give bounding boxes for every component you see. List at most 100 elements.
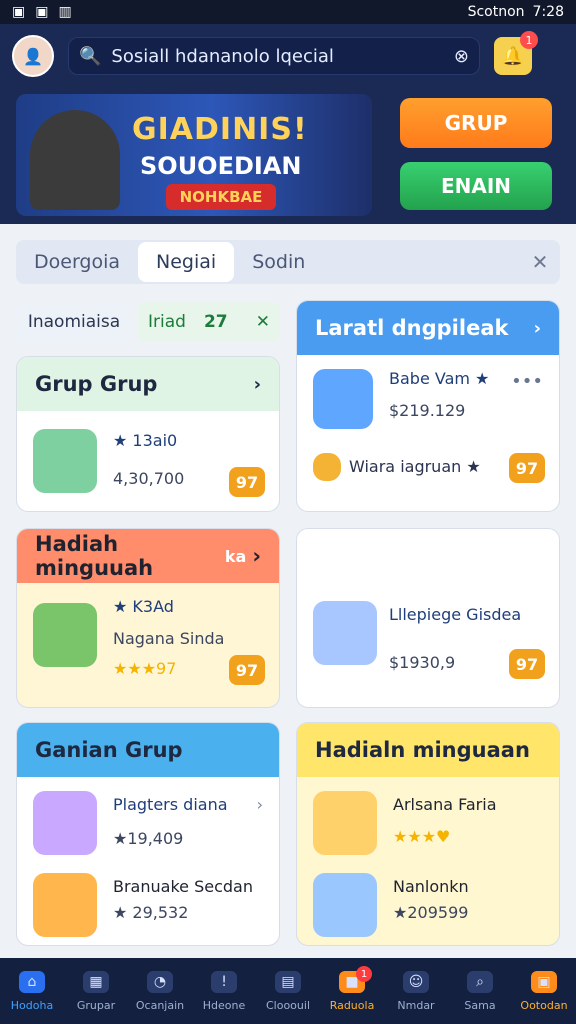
promo-card[interactable]: GIADINIS! SOUOEDIAN NOHKBAE: [16, 94, 372, 216]
filter-chip-count: 27: [203, 312, 228, 332]
shop-icon: ▦: [83, 970, 109, 993]
nav-label: Grupar: [76, 998, 116, 1012]
row-rating: ★★★97: [113, 659, 177, 678]
nav-label: Sama: [464, 998, 496, 1012]
status-right: Scotnon 7:28: [468, 4, 564, 20]
card-thumb: [313, 791, 377, 855]
tab-1[interactable]: Doergoia: [16, 242, 138, 282]
card-right-1-row-2[interactable]: Wiara iagruan ★ 97: [297, 439, 559, 511]
card-left-3-row-2[interactable]: Branuake Secdan ★ 29,532: [17, 867, 279, 945]
nav-badge: 1: [356, 966, 372, 982]
chat-icon: ◔: [147, 970, 173, 993]
card-right-1-title: Laratl dngpileak: [315, 316, 509, 340]
nav-label: Ocanjain: [135, 998, 185, 1012]
tab-bar: Doergoia Negiai Sodin ✕: [16, 240, 560, 284]
status-icon-1: ▣: [12, 4, 26, 20]
chevron-right-icon[interactable]: ›: [534, 318, 541, 339]
more-icon[interactable]: •••: [511, 371, 543, 392]
row-title: ★ 13ai0: [113, 431, 178, 450]
card-thumb: [33, 873, 97, 937]
filter-row: Inaomiaisa Iriad 27 ✕: [16, 300, 280, 344]
card-left-1-title: Grup Grup: [35, 372, 158, 396]
row-title: Plagters diana: [113, 795, 228, 814]
card-left-1-header: Grup Grup ›: [17, 357, 279, 411]
tab-2[interactable]: Negiai: [138, 242, 235, 282]
chevron-right-icon[interactable]: ›: [252, 544, 261, 568]
row-title: Branuake Secdan: [113, 877, 253, 896]
card-thumb: [313, 601, 377, 665]
card-right-3[interactable]: Hadialn minguaan Arlsana Faria ★★★♥ Nanl…: [296, 722, 560, 946]
chip-close-icon[interactable]: ✕: [256, 312, 270, 332]
status-time: 7:28: [532, 4, 564, 20]
card-right-1-header: Laratl dngpileak ›: [297, 301, 559, 355]
nav-item-8[interactable]: ⌕ Sama: [448, 958, 512, 1024]
row-subtitle: 4,30,700: [113, 469, 185, 488]
card-right-3-row-2[interactable]: Nanlonkn ★209599: [297, 867, 559, 945]
primary-cta-button[interactable]: GRUP: [400, 98, 552, 148]
secondary-cta-button[interactable]: ENAIN: [400, 162, 552, 210]
row-pill[interactable]: 97: [509, 649, 545, 679]
status-bar: ▣ ▣ ▥ Scotnon 7:28: [0, 0, 576, 24]
notification-button[interactable]: 🔔 1: [494, 31, 538, 75]
status-icon-3: ▥: [58, 4, 72, 20]
wallet-icon: ▣: [531, 970, 557, 993]
nav-label: Ootodan: [520, 998, 568, 1012]
search-input[interactable]: Sosiall hdananolo lqecial: [111, 46, 453, 67]
tab-3[interactable]: Sodin: [234, 242, 323, 282]
nav-label: Nmdar: [397, 998, 435, 1012]
card-left-1[interactable]: Grup Grup › ★ 13ai0 4,30,700 97: [16, 356, 280, 512]
nav-item-4[interactable]: ! Hdeone: [192, 958, 256, 1024]
card-left-3-header: Ganian Grup: [17, 723, 279, 777]
chevron-right-icon[interactable]: ›: [257, 795, 263, 814]
search-bar[interactable]: 🔍 Sosiall hdananolo lqecial ⊗: [68, 37, 480, 75]
nav-item-9[interactable]: ▣ Ootodan: [512, 958, 576, 1024]
card-left-2-title: Hadiah minguuah: [35, 532, 154, 580]
card-right-3-title: Hadialn minguaan: [315, 738, 530, 762]
card-left-3[interactable]: Ganian Grup Plagters diana ★19,409 › Bra…: [16, 722, 280, 946]
nav-item-3[interactable]: ◔ Ocanjain: [128, 958, 192, 1024]
search-icon: ⌕: [467, 970, 493, 993]
card-left-1-row[interactable]: ★ 13ai0 4,30,700 97: [17, 411, 279, 511]
nav-item-6[interactable]: ■ Raduola 1: [320, 958, 384, 1024]
row-subtitle: ★209599: [393, 903, 469, 922]
home-icon: ⌂: [19, 970, 45, 993]
alert-icon: !: [211, 970, 237, 993]
user-icon: ☺: [403, 970, 429, 993]
close-icon[interactable]: ✕: [520, 242, 560, 282]
filter-chip-left[interactable]: Inaomiaisa: [16, 302, 132, 342]
bottom-nav: ⌂ Hodoha ▦ Grupar ◔ Ocanjain ! Hdeone ▤ …: [0, 958, 576, 1024]
row-pill[interactable]: 97: [229, 655, 265, 685]
nav-item-5[interactable]: ▤ Clooouil: [256, 958, 320, 1024]
row-subtitle: ★ 29,532: [113, 903, 189, 922]
nav-item-home[interactable]: ⌂ Hodoha: [0, 958, 64, 1024]
nav-label: Raduola: [329, 998, 375, 1012]
nav-item-2[interactable]: ▦ Grupar: [64, 958, 128, 1024]
card-right-2[interactable]: Lllepiege Gisdea $1930,9 97: [296, 528, 560, 708]
promo-tag: NOHKBAE: [166, 184, 276, 210]
grid-icon: ▤: [275, 970, 301, 993]
card-thumb: [313, 873, 377, 937]
card-right-2-row[interactable]: Lllepiege Gisdea $1930,9 97: [297, 579, 559, 707]
card-left-2[interactable]: Hadiah minguuah ka › ★ K3Ad Nagana Sinda…: [16, 528, 280, 708]
avatar[interactable]: 👤: [12, 35, 54, 77]
card-left-3-row-1[interactable]: Plagters diana ★19,409 ›: [17, 777, 279, 867]
status-icon-2: ▣: [35, 4, 49, 20]
card-left-3-title: Ganian Grup: [35, 738, 183, 762]
row-subtitle: $219.129: [389, 401, 466, 420]
filter-chip-right[interactable]: Iriad 27 ✕: [138, 302, 280, 342]
card-left-2-row[interactable]: ★ K3Ad Nagana Sinda ★★★97 97: [17, 583, 279, 707]
card-right-3-row-1[interactable]: Arlsana Faria ★★★♥: [297, 777, 559, 867]
row-title: Wiara iagruan ★: [349, 457, 481, 476]
promo-subtitle: SOUOEDIAN: [140, 152, 302, 180]
row-subtitle: Nagana Sinda: [113, 629, 225, 648]
nav-item-7[interactable]: ☺ Nmdar: [384, 958, 448, 1024]
card-right-1-row-1[interactable]: Babe Vam ★ $219.129 •••: [297, 355, 559, 439]
row-pill[interactable]: 97: [229, 467, 265, 497]
chevron-right-icon[interactable]: ›: [254, 374, 261, 395]
card-right-1[interactable]: Laratl dngpileak › Babe Vam ★ $219.129 •…: [296, 300, 560, 512]
clear-search-icon[interactable]: ⊗: [454, 46, 469, 67]
card-thumb: [33, 429, 97, 493]
row-pill[interactable]: 97: [509, 453, 545, 483]
nav-label: Hodoha: [10, 998, 54, 1012]
promo-person-image: [30, 110, 120, 210]
